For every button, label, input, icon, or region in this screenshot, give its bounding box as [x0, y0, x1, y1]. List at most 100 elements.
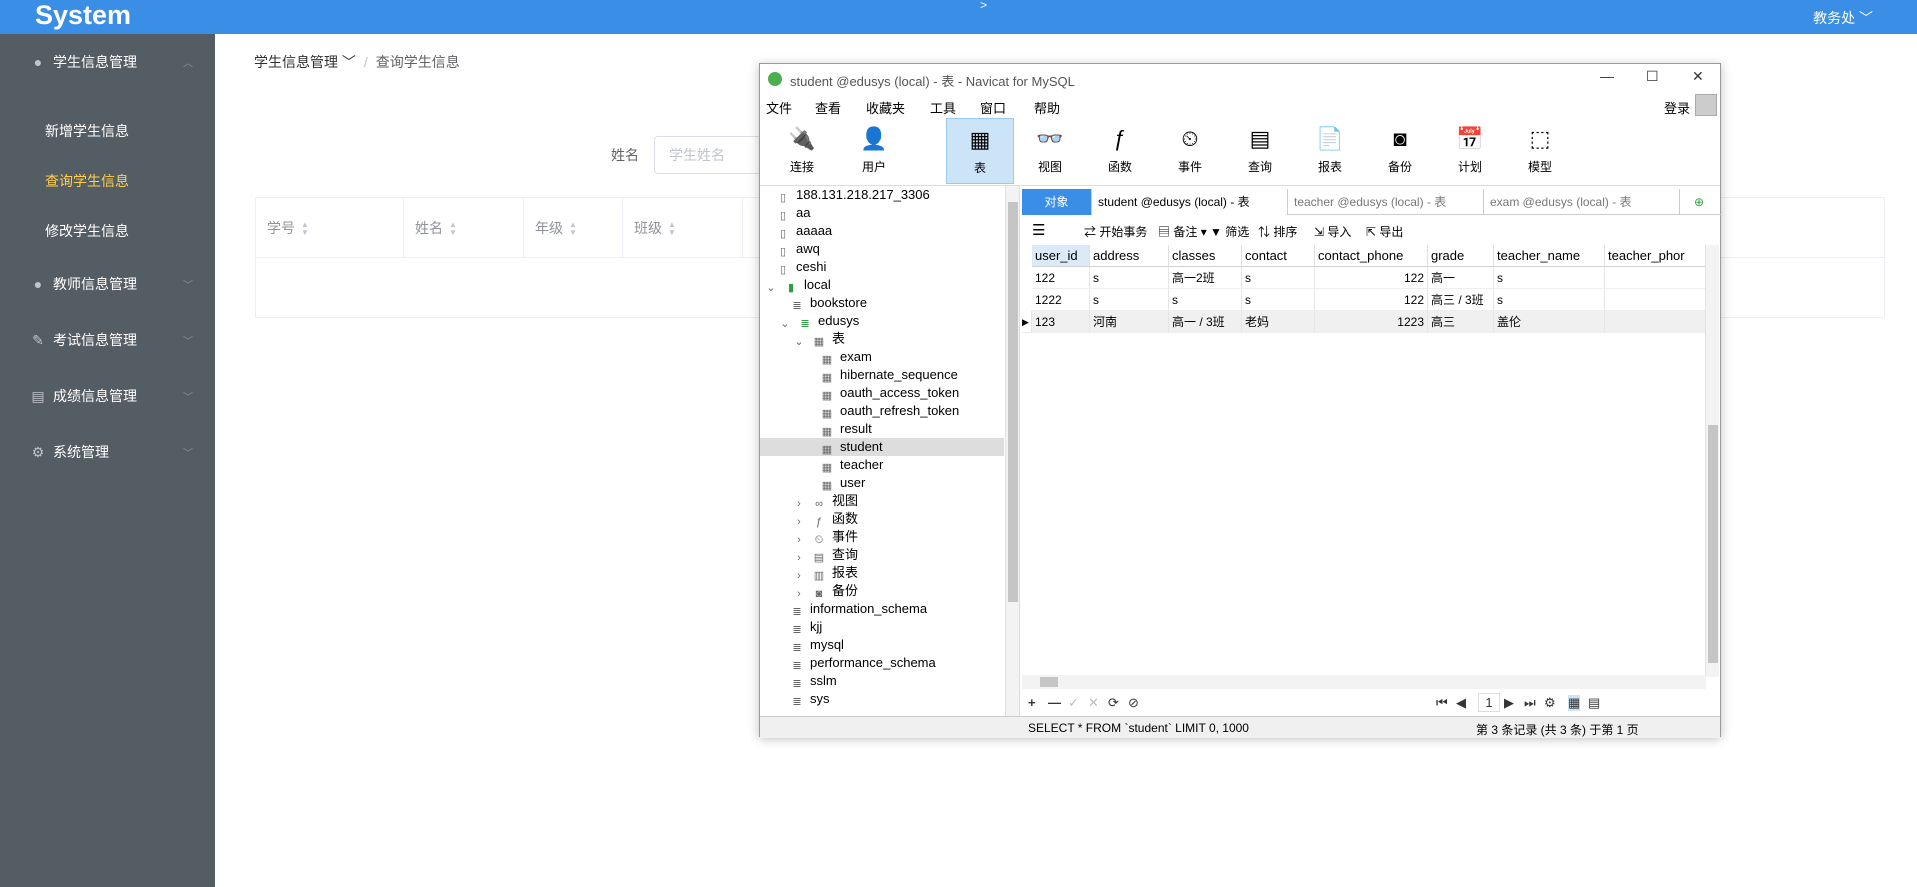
tree-database[interactable]: ≣ bookstore — [790, 294, 867, 312]
tab-exam-table[interactable]: exam @edusys (local) - 表 — [1484, 189, 1680, 215]
tab-objects[interactable]: 对象 — [1022, 189, 1092, 215]
toolbar-table-button[interactable]: ▦ 表 — [946, 118, 1014, 184]
last-page-button[interactable]: ⏭ — [1524, 695, 1536, 711]
tree-events-folder[interactable]: › ⏲ 事件 — [792, 528, 858, 546]
filter-button[interactable]: ▼ 筛选 — [1210, 223, 1249, 240]
toolbar-model-button[interactable]: ⬚ 模型 — [1506, 118, 1574, 184]
toolbar-connect-button[interactable]: 🔌 连接 — [768, 118, 836, 184]
tree-connection[interactable]: ▯ 188.131.218.217_3306 — [776, 186, 930, 204]
tree-functions-folder[interactable]: › ƒ 函数 — [792, 510, 858, 528]
column-header[interactable]: user_id — [1032, 245, 1090, 267]
scrollbar-thumb[interactable] — [1008, 202, 1018, 602]
column-header[interactable]: teacher_phor — [1605, 245, 1706, 267]
maximize-button[interactable]: ☐ — [1646, 68, 1659, 85]
toolbar-query-button[interactable]: ▤ 查询 — [1226, 118, 1294, 184]
tree-table[interactable]: ▦ hibernate_sequence — [820, 366, 958, 384]
scrollbar-thumb[interactable] — [1040, 677, 1058, 687]
table-cell[interactable]: s — [1494, 267, 1605, 289]
hamburger-menu-icon[interactable]: ☰ — [1032, 221, 1045, 239]
table-cell[interactable]: 河南 — [1090, 311, 1169, 333]
menu-file[interactable]: 文件 — [766, 98, 792, 117]
tree-connection[interactable]: ▯ ceshi — [776, 258, 826, 276]
table-cell[interactable]: 高一2班 — [1169, 267, 1242, 289]
tree-table[interactable]: ▦ exam — [820, 348, 872, 366]
import-button[interactable]: ⇲ 导入 — [1314, 223, 1351, 240]
submenu-edit-student[interactable]: 修改学生信息 — [0, 206, 215, 256]
tab-teacher-table[interactable]: teacher @edusys (local) - 表 — [1288, 189, 1484, 215]
table-cell[interactable]: 1223 — [1315, 311, 1428, 333]
tree-database[interactable]: ≣ information_schema — [790, 600, 927, 618]
apply-button[interactable]: ✓ — [1068, 695, 1079, 711]
tree-table[interactable]: ▦ result — [820, 420, 872, 438]
table-cell[interactable]: 122 — [1315, 267, 1428, 289]
menu-favorites[interactable]: 收藏夹 — [866, 98, 905, 117]
table-cell[interactable]: 高一 — [1428, 267, 1494, 289]
table-cell[interactable]: 123 — [1032, 311, 1090, 333]
add-record-button[interactable]: + — [1028, 695, 1036, 710]
tab-student-table[interactable]: student @edusys (local) - 表 — [1092, 189, 1288, 215]
tree-table[interactable]: ▦ oauth_access_token — [820, 384, 959, 402]
menu-help[interactable]: 帮助 — [1034, 98, 1060, 117]
tree-scrollbar[interactable] — [1005, 186, 1019, 716]
tree-backups-folder[interactable]: › ◙ 备份 — [792, 582, 858, 600]
table-cell[interactable]: 1222 — [1032, 289, 1090, 311]
begin-transaction-button[interactable]: ⇄ 开始事务 — [1084, 223, 1147, 240]
user-menu[interactable]: 教务处 ﹀ — [1813, 8, 1873, 28]
avatar[interactable] — [1695, 94, 1717, 116]
table-cell[interactable]: 122 — [1032, 267, 1090, 289]
menu-system-management[interactable]: ⚙ 系统管理 ﹀ — [0, 424, 215, 480]
table-cell[interactable] — [1605, 289, 1706, 311]
table-cell[interactable]: s — [1242, 289, 1315, 311]
table-cell[interactable]: 高一 / 3班 — [1169, 311, 1242, 333]
column-header[interactable]: address — [1090, 245, 1169, 267]
table-cell[interactable]: s — [1090, 267, 1169, 289]
tree-connection-local[interactable]: ⌄ ▮ local — [764, 276, 830, 294]
column-header-grade[interactable]: 年级 ▲ ▼ — [524, 198, 623, 258]
toolbar-view-button[interactable]: 👓 视图 — [1016, 118, 1084, 184]
menu-window[interactable]: 窗口 — [980, 98, 1006, 117]
menu-student-management[interactable]: ● 学生信息管理 ︿ — [0, 34, 215, 90]
memo-button[interactable]: ▤ 备注 ▾ — [1158, 223, 1207, 240]
column-header-id[interactable]: 学号 ▲ ▼ — [256, 198, 404, 258]
toolbar-schedule-button[interactable]: 📅 计划 — [1436, 118, 1504, 184]
toolbar-backup-button[interactable]: ◙ 备份 — [1366, 118, 1434, 184]
column-header[interactable]: teacher_name — [1494, 245, 1605, 267]
tree-connection[interactable]: ▯ aa — [776, 204, 811, 222]
toolbar-report-button[interactable]: 📄 报表 — [1296, 118, 1364, 184]
settings-gear-icon[interactable]: ⚙ — [1544, 695, 1556, 711]
login-link[interactable]: 登录 — [1664, 98, 1690, 117]
column-header-class[interactable]: 班级 ▲ ▼ — [623, 198, 743, 258]
new-tab-icon[interactable]: ⊕ — [1688, 189, 1718, 215]
toolbar-event-button[interactable]: ⏲ 事件 — [1156, 118, 1224, 184]
menu-view[interactable]: 查看 — [815, 98, 841, 117]
tree-database[interactable]: ≣ sys — [790, 690, 829, 708]
tree-connection[interactable]: ▯ awq — [776, 240, 820, 258]
export-button[interactable]: ⇱ 导出 — [1366, 223, 1403, 240]
column-header[interactable]: classes — [1169, 245, 1242, 267]
stop-button[interactable]: ⊘ — [1128, 695, 1139, 711]
menu-exam-management[interactable]: ✎ 考试信息管理 ﹀ — [0, 312, 215, 368]
window-titlebar[interactable]: student @edusys (local) - 表 - Navicat fo… — [760, 64, 1720, 94]
table-cell[interactable]: s — [1090, 289, 1169, 311]
table-cell[interactable]: s — [1242, 267, 1315, 289]
page-number-input[interactable]: 1 — [1478, 693, 1500, 712]
column-header[interactable]: contact — [1242, 245, 1315, 267]
menu-tools[interactable]: 工具 — [930, 98, 956, 117]
table-cell[interactable]: s — [1494, 289, 1605, 311]
close-button[interactable]: ✕ — [1692, 68, 1704, 85]
minimize-button[interactable]: — — [1600, 68, 1614, 84]
tree-queries-folder[interactable]: › ▤ 查询 — [792, 546, 858, 564]
sort-button[interactable]: ⇅ 排序 — [1258, 223, 1297, 240]
tree-views-folder[interactable]: › ∞ 视图 — [792, 492, 858, 510]
scrollbar-thumb[interactable] — [1708, 425, 1718, 663]
toolbar-user-button[interactable]: 👤 用户 — [840, 118, 908, 184]
column-header[interactable]: contact_phone — [1315, 245, 1428, 267]
toolbar-function-button[interactable]: ƒ 函数 — [1086, 118, 1154, 184]
tree-database[interactable]: ≣ kjj — [790, 618, 822, 636]
tree-database[interactable]: ≣ performance_schema — [790, 654, 935, 672]
tree-table[interactable]: ▦ teacher — [820, 456, 884, 474]
refresh-button[interactable]: ⟳ — [1108, 695, 1119, 711]
grid-vertical-scrollbar[interactable] — [1705, 245, 1719, 677]
tree-tables-folder[interactable]: ⌄ ▦ 表 — [792, 330, 845, 348]
tree-table-selected[interactable]: ▦ student — [760, 438, 1004, 456]
